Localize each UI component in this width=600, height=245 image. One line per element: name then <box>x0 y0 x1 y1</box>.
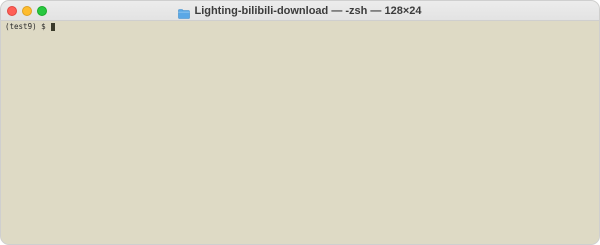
window-title: Lighting-bilibili-download — -zsh — 128×… <box>194 4 422 17</box>
title-bar[interactable]: Lighting-bilibili-download — -zsh — 128×… <box>1 1 599 21</box>
terminal-content[interactable]: (test9) $ <box>1 21 599 244</box>
text-cursor <box>51 22 56 31</box>
terminal-window: Lighting-bilibili-download — -zsh — 128×… <box>0 0 600 245</box>
shell-prompt: (test9) $ <box>5 22 51 31</box>
folder-icon <box>178 6 191 19</box>
window-title-group: Lighting-bilibili-download — -zsh — 128×… <box>1 1 599 20</box>
prompt-line: (test9) $ <box>5 22 56 31</box>
